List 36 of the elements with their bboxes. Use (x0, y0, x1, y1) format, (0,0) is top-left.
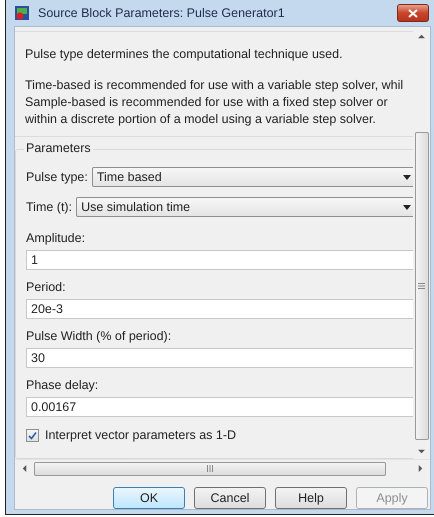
dropdown[interactable]: Use simulation time (76, 197, 413, 217)
scroll-right-icon[interactable] (417, 465, 424, 472)
close-button[interactable] (397, 4, 429, 22)
scroll-down-icon[interactable] (418, 448, 425, 455)
checkbox[interactable] (26, 428, 39, 442)
scroll-thumb[interactable] (414, 132, 428, 440)
scroll-up-icon[interactable] (418, 33, 425, 40)
app-icon (14, 5, 30, 21)
grip-icon (418, 283, 425, 289)
description-text: Pulse type determines the computational technique used. (25, 46, 344, 63)
input-field[interactable]: 1 (26, 250, 413, 270)
input-field[interactable]: 0.00167 (26, 397, 413, 417)
scroll-left-icon[interactable] (21, 465, 28, 472)
dialog-button[interactable]: Help (275, 487, 347, 509)
close-icon (408, 8, 418, 18)
scroll-thumb[interactable] (34, 462, 386, 476)
description-text: Time-based is recommended for use with a variable step solver, whil Sample-based is recommended for use with a fixed step solver or within a discrete portion of a model using a variable step solver. (25, 77, 404, 128)
group-title: Parameters (24, 141, 93, 155)
grip-icon (207, 465, 213, 472)
input-field[interactable]: 30 (26, 348, 413, 368)
horizontal-scrollbar[interactable] (15, 459, 430, 477)
checkmark-icon (28, 430, 37, 440)
dialog-button[interactable]: Cancel (194, 487, 266, 509)
dialog-button[interactable]: OK (113, 487, 185, 509)
caret-icon (403, 204, 411, 210)
checkbox-label: Interpret vector parameters as 1-D (45, 428, 236, 442)
field-label: Time (t): (26, 200, 72, 214)
window-title: Source Block Parameters: Pulse Generator1 (38, 6, 286, 20)
field-label: Period: (26, 280, 67, 294)
input-field[interactable]: 20e-3 (26, 299, 413, 319)
field-label: Phase delay: (26, 378, 100, 392)
dropdown[interactable]: Time based (92, 167, 413, 187)
field-label: Amplitude: (26, 231, 86, 245)
caret-icon (403, 174, 411, 180)
field-label: Pulse type: (26, 170, 88, 184)
field-label: Pulse Width (% of period): (26, 329, 172, 343)
